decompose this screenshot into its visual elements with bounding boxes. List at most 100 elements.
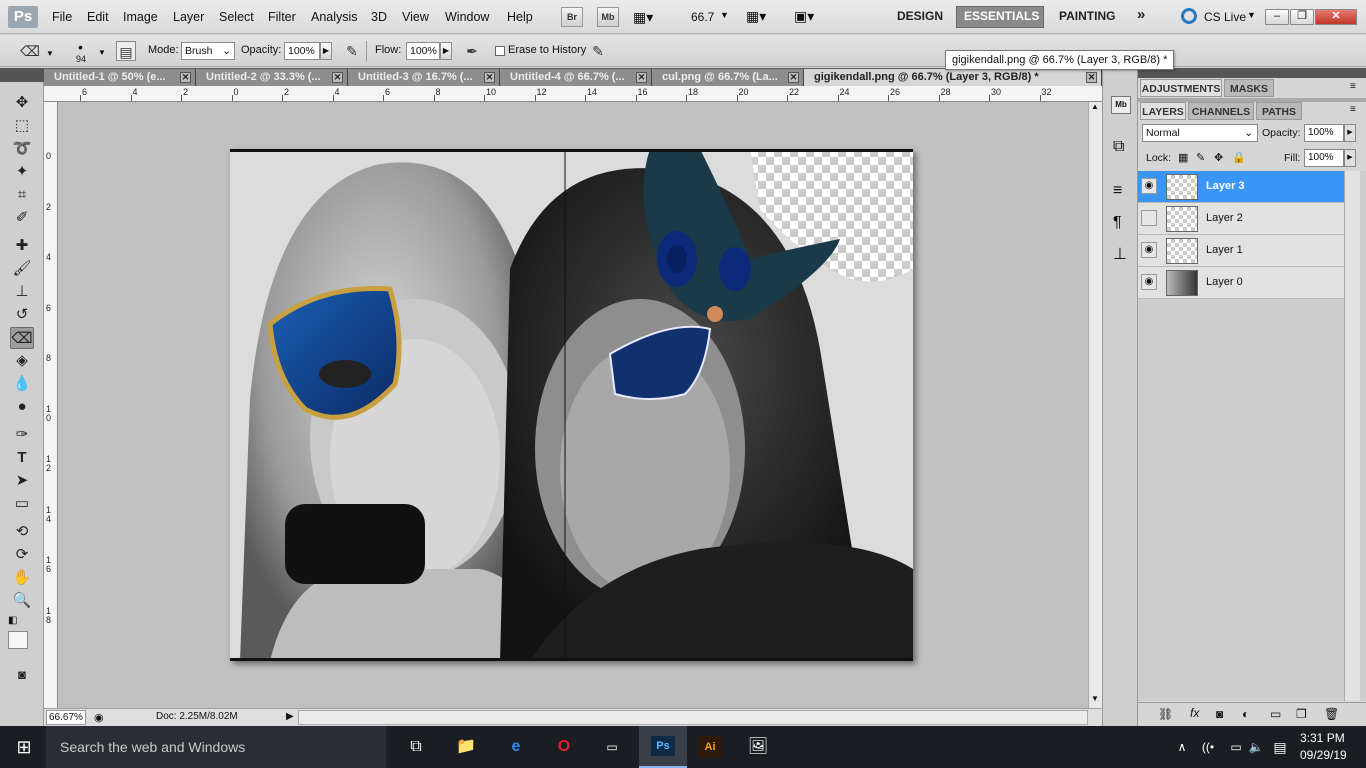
menu-image[interactable]: Image bbox=[123, 10, 158, 24]
marquee-tool-icon[interactable]: ⬚ bbox=[10, 115, 34, 137]
layer-opacity-input[interactable]: 100% bbox=[1304, 124, 1344, 142]
flow-slider-arrow[interactable]: ▶ bbox=[440, 42, 452, 60]
brush-picker-dropdown-icon[interactable]: ▼ bbox=[98, 48, 106, 57]
brush-tool-icon[interactable]: 🖌 bbox=[10, 258, 34, 280]
lock-all-icon[interactable]: 🔒 bbox=[1232, 151, 1246, 164]
3d-rotate-tool-icon[interactable]: ⟲ bbox=[10, 521, 34, 543]
blur-tool-icon[interactable]: 💧 bbox=[10, 373, 34, 395]
close-button[interactable]: ✕ bbox=[1315, 9, 1357, 25]
healing-brush-tool-icon[interactable]: ✚ bbox=[10, 235, 34, 257]
tab-close-icon[interactable]: ✕ bbox=[1086, 72, 1097, 83]
tab-close-icon[interactable]: ✕ bbox=[484, 72, 495, 83]
layers-scrollbar[interactable] bbox=[1344, 171, 1360, 701]
opacity-input[interactable]: 100% bbox=[284, 42, 320, 60]
history-brush-tool-icon[interactable]: ↺ bbox=[10, 304, 34, 326]
menu-file[interactable]: File bbox=[52, 10, 72, 24]
screen-mode-icon[interactable]: ▣▾ bbox=[794, 8, 814, 25]
scroll-up-arrow[interactable]: ▲ bbox=[1091, 102, 1099, 111]
illustrator-taskbar-icon[interactable]: Ai bbox=[698, 736, 722, 758]
eraser-tool-preset-icon[interactable]: ⌫ bbox=[20, 41, 40, 61]
horizontal-scrollbar[interactable] bbox=[298, 710, 1088, 725]
quick-selection-tool-icon[interactable]: ✦ bbox=[10, 161, 34, 183]
brush-panel-toggle-icon[interactable]: ▤ bbox=[116, 41, 136, 61]
visibility-eye-icon[interactable]: ◉ bbox=[1141, 274, 1157, 290]
clock-time[interactable]: 3:31 PM bbox=[1300, 731, 1345, 745]
restore-button[interactable]: ❐ bbox=[1290, 9, 1314, 25]
tab-cul[interactable]: cul.png @ 66.7% (La... ✕ bbox=[652, 69, 804, 86]
tablet-size-pressure-icon[interactable]: ✎ bbox=[588, 41, 608, 61]
zoom-level[interactable]: 66.7 bbox=[691, 10, 714, 24]
tab-channels[interactable]: CHANNELS bbox=[1188, 102, 1254, 120]
tab-masks[interactable]: MASKS bbox=[1224, 79, 1274, 97]
edge-icon[interactable]: e bbox=[502, 734, 530, 760]
minimize-button[interactable]: – bbox=[1265, 9, 1289, 25]
status-info-icon[interactable]: ◉ bbox=[94, 711, 104, 724]
layer-row-layer-2[interactable]: Layer 2 bbox=[1138, 203, 1344, 235]
layer-row-layer-1[interactable]: ◉ Layer 1 bbox=[1138, 235, 1344, 267]
minibridge-panel-icon[interactable]: Mb bbox=[1111, 96, 1131, 114]
tab-untitled-4[interactable]: Untitled-4 @ 66.7% (... ✕ bbox=[500, 69, 652, 86]
layers-panel-menu-icon[interactable]: ≡ bbox=[1350, 104, 1356, 115]
search-box[interactable]: Search the web and Windows bbox=[46, 726, 386, 768]
menu-select[interactable]: Select bbox=[219, 10, 254, 24]
mode-select[interactable]: Brush ⌄ bbox=[181, 42, 235, 60]
zoom-tool-icon[interactable]: 🔍 bbox=[10, 590, 34, 612]
tablet-opacity-pressure-icon[interactable]: ✎ bbox=[342, 41, 362, 61]
opera-icon[interactable]: O bbox=[550, 734, 578, 760]
menu-window[interactable]: Window bbox=[445, 10, 489, 24]
workspace-painting[interactable]: PAINTING bbox=[1059, 9, 1115, 23]
tab-gigikendall[interactable]: gigikendall.png @ 66.7% (Layer 3, RGB/8)… bbox=[804, 69, 1102, 86]
command-prompt-icon[interactable]: ▭ bbox=[598, 734, 626, 760]
vertical-scrollbar[interactable]: ▲ ▼ bbox=[1088, 102, 1102, 708]
clock-date[interactable]: 09/29/19 bbox=[1300, 748, 1347, 762]
minibridge-button[interactable]: Mb bbox=[597, 7, 619, 27]
workspace-design[interactable]: DESIGN bbox=[897, 9, 943, 23]
layer-style-icon[interactable]: fx bbox=[1190, 706, 1199, 720]
menu-help[interactable]: Help bbox=[507, 10, 533, 24]
cs-live-label[interactable]: CS Live bbox=[1204, 10, 1246, 24]
menu-3d[interactable]: 3D bbox=[371, 10, 387, 24]
tab-layers[interactable]: LAYERS bbox=[1140, 102, 1186, 120]
visibility-eye-icon[interactable]: ◉ bbox=[1141, 242, 1157, 258]
blend-mode-select[interactable]: Normal ⌄ bbox=[1142, 124, 1258, 142]
pen-tool-icon[interactable]: ✑ bbox=[10, 424, 34, 446]
tab-close-icon[interactable]: ✕ bbox=[636, 72, 647, 83]
fill-input[interactable]: 100% bbox=[1304, 149, 1344, 167]
rectangle-tool-icon[interactable]: ▭ bbox=[10, 493, 34, 515]
cs-live-dropdown-icon[interactable]: ▼ bbox=[1247, 10, 1256, 20]
layer-opacity-arrow[interactable]: ▶ bbox=[1344, 124, 1356, 142]
eraser-tool-icon[interactable]: ⌫ bbox=[10, 327, 34, 349]
tab-untitled-1[interactable]: Untitled-1 @ 50% (e... ✕ bbox=[44, 69, 196, 86]
quick-mask-icon[interactable]: ◙ bbox=[10, 664, 34, 686]
bridge-button[interactable]: Br bbox=[561, 7, 583, 27]
tab-close-icon[interactable]: ✕ bbox=[332, 72, 343, 83]
character-panel-icon[interactable]: ¶ bbox=[1113, 214, 1122, 232]
zoom-dropdown-icon[interactable]: ▼ bbox=[720, 10, 729, 20]
show-hidden-icons[interactable]: ∧ bbox=[1168, 734, 1196, 760]
menu-analysis[interactable]: Analysis bbox=[311, 10, 358, 24]
tools-panel-grip[interactable] bbox=[0, 68, 44, 82]
panel-menu-icon[interactable]: ≡ bbox=[1350, 81, 1356, 92]
lock-image-icon[interactable]: ✎ bbox=[1196, 151, 1205, 164]
tab-untitled-3[interactable]: Untitled-3 @ 16.7% (... ✕ bbox=[348, 69, 500, 86]
erase-to-history-checkbox[interactable] bbox=[495, 46, 505, 56]
action-center-icon[interactable]: ▤ bbox=[1266, 734, 1294, 760]
tab-close-icon[interactable]: ✕ bbox=[788, 72, 799, 83]
tab-paths[interactable]: PATHS bbox=[1256, 102, 1302, 120]
link-layers-icon[interactable]: ⛓ bbox=[1158, 707, 1173, 721]
default-colors-icon[interactable]: ◧ bbox=[8, 615, 17, 626]
status-zoom-field[interactable]: 66.67% bbox=[46, 710, 86, 725]
canvas-area[interactable] bbox=[58, 102, 1088, 708]
type-tool-icon[interactable]: T bbox=[10, 447, 34, 469]
3d-orbit-tool-icon[interactable]: ⟳ bbox=[10, 544, 34, 566]
new-layer-icon[interactable]: ❐ bbox=[1296, 707, 1307, 721]
tool-preset-dropdown-icon[interactable]: ▼ bbox=[46, 49, 54, 58]
windows-start-icon[interactable]: ⊞ bbox=[10, 734, 38, 760]
arrange-documents-icon[interactable]: ▦▾ bbox=[746, 8, 766, 25]
airbrush-icon[interactable]: ✒ bbox=[462, 41, 482, 61]
path-selection-tool-icon[interactable]: ➤ bbox=[10, 470, 34, 492]
wifi-icon[interactable]: ((• bbox=[1194, 734, 1222, 760]
tab-close-icon[interactable]: ✕ bbox=[180, 72, 191, 83]
delete-layer-icon[interactable]: 🗑 bbox=[1324, 707, 1339, 721]
photos-icon[interactable]: 🖼 bbox=[744, 734, 772, 760]
